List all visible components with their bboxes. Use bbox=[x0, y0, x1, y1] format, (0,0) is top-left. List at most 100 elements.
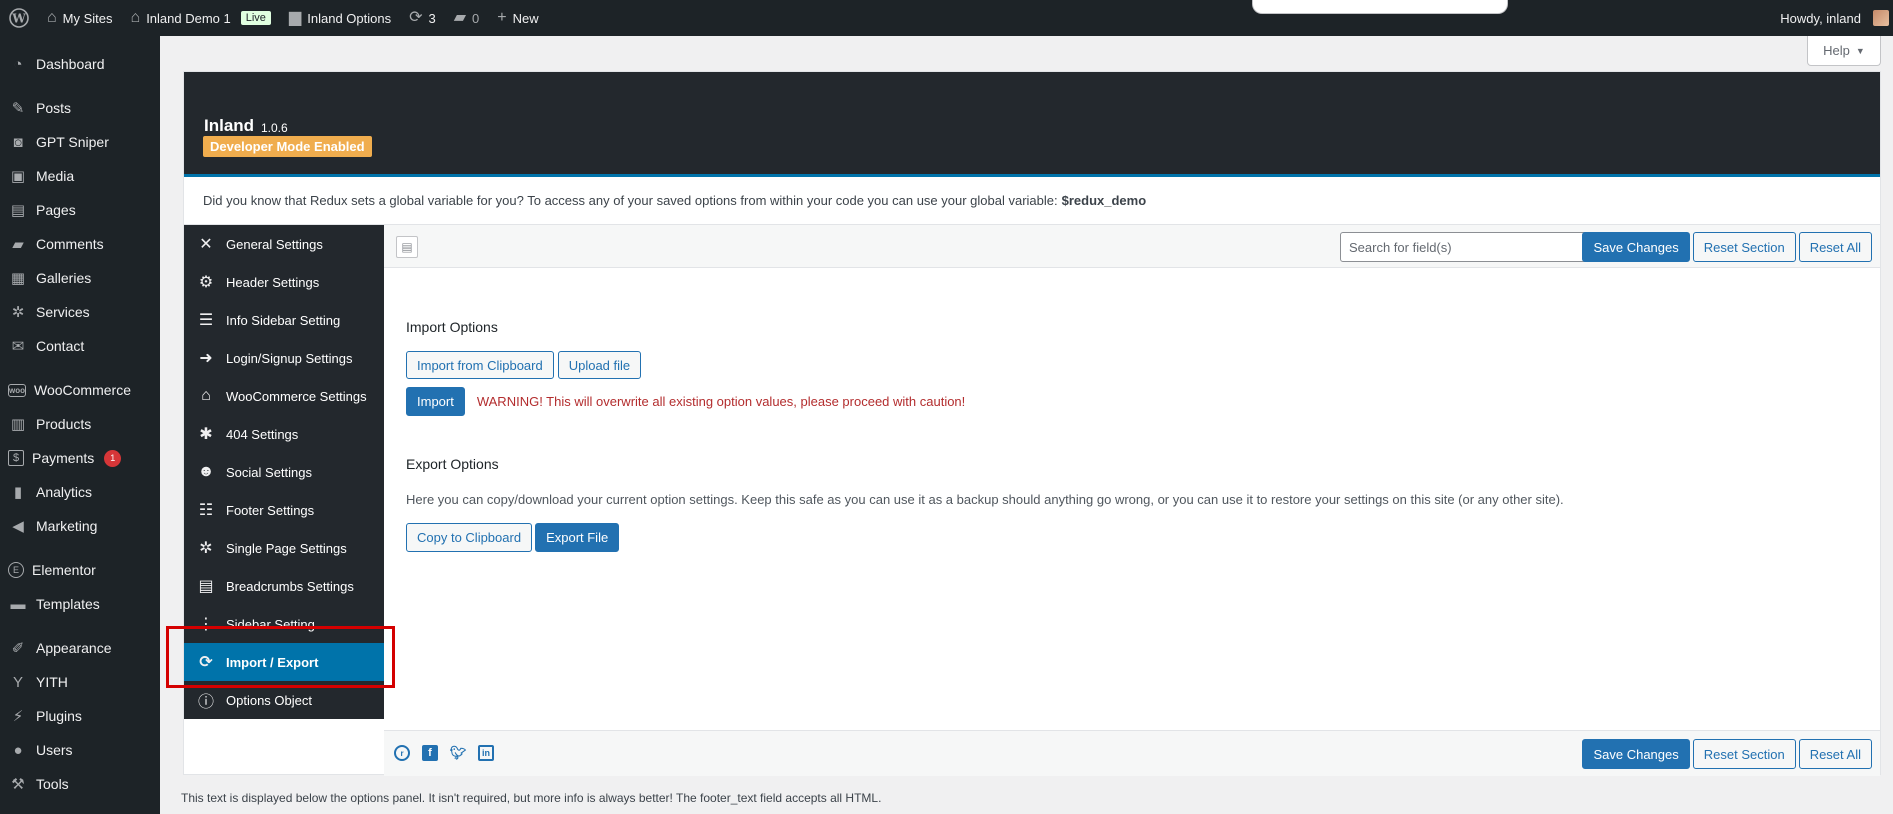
menu-item-appearance[interactable]: ✐ Appearance bbox=[0, 631, 160, 665]
import-section: Import Options bbox=[406, 319, 498, 335]
reset-section-button-bottom[interactable]: Reset Section bbox=[1692, 739, 1796, 769]
redux-section-nav: ✕ General Settings ⚙ Header Settings ☰ Info… bbox=[184, 225, 384, 719]
pages-icon: ▤ bbox=[10, 202, 26, 219]
comments-link[interactable]: ▰ 0 bbox=[445, 0, 489, 36]
save-changes-button[interactable]: Save Changes bbox=[1582, 232, 1690, 262]
menu-item-templates[interactable]: ▬ Templates bbox=[0, 587, 160, 621]
nav-options-object[interactable]: ⓘ Options Object bbox=[184, 681, 384, 719]
menu-label: WooCommerce bbox=[34, 382, 131, 398]
nav-label: 404 Settings bbox=[226, 426, 299, 442]
menu-item-comments[interactable]: ▰ Comments bbox=[0, 227, 160, 261]
import-action-row: Import WARNING! This will overwrite all … bbox=[406, 387, 965, 416]
nav-login-signup-settings[interactable]: ➜ Login/Signup Settings bbox=[184, 339, 384, 377]
my-account-menu[interactable]: Howdy, inland bbox=[1771, 0, 1893, 36]
menu-item-gpt-sniper[interactable]: ◙ GPT Sniper bbox=[0, 125, 160, 159]
menu-label: GPT Sniper bbox=[36, 134, 109, 150]
nav-label: Sidebar Setting bbox=[226, 616, 315, 632]
menu-item-posts[interactable]: ✎ Posts bbox=[0, 91, 160, 125]
menu-item-yith[interactable]: Y YITH bbox=[0, 665, 160, 699]
brush-icon: ✐ bbox=[11, 640, 25, 657]
nav-header-settings[interactable]: ⚙ Header Settings bbox=[184, 263, 384, 301]
menu-item-payments[interactable]: $ Payments 1 bbox=[0, 441, 160, 475]
menu-label: Products bbox=[36, 416, 92, 432]
menu-item-analytics[interactable]: ▮ Analytics bbox=[0, 475, 160, 509]
copy-to-clipboard-button[interactable]: Copy to Clipboard bbox=[406, 523, 533, 552]
megaphone-icon: ◀ bbox=[12, 518, 24, 535]
nav-footer-settings[interactable]: ☷ Footer Settings bbox=[184, 491, 384, 529]
user-icon: ● bbox=[13, 741, 23, 759]
upload-file-button[interactable]: Upload file bbox=[557, 351, 642, 379]
nav-general-settings[interactable]: ✕ General Settings bbox=[184, 225, 384, 263]
save-changes-button-bottom[interactable]: Save Changes bbox=[1582, 739, 1690, 769]
nav-single-page-settings[interactable]: ✲ Single Page Settings bbox=[184, 529, 384, 567]
bar-chart-icon: ▮ bbox=[13, 484, 23, 501]
expand-options-button[interactable]: ▤ bbox=[396, 236, 418, 258]
menu-item-products[interactable]: ▥ Products bbox=[0, 407, 160, 441]
my-sites-menu[interactable]: ⌂ My Sites bbox=[38, 0, 122, 36]
export-section: Export Options bbox=[406, 456, 499, 472]
nav-social-settings[interactable]: ☻ Social Settings bbox=[184, 453, 384, 491]
menu-item-tools[interactable]: ⚒ Tools bbox=[0, 767, 160, 801]
elementor-icon: E bbox=[8, 562, 24, 578]
dev-mode-badge: Developer Mode Enabled bbox=[203, 136, 372, 157]
twitter-icon[interactable]: 🐦︎ bbox=[450, 745, 467, 761]
import-buttons-row: Import from Clipboard Upload file bbox=[406, 351, 642, 379]
new-content-menu[interactable]: + New bbox=[488, 0, 547, 36]
site-name-menu[interactable]: ⌂ Inland Demo 1 Live bbox=[122, 0, 280, 36]
wordpress-logo-icon: W bbox=[9, 8, 29, 28]
wordpress-logo-menu[interactable]: W bbox=[0, 0, 38, 36]
export-file-button[interactable]: Export File bbox=[535, 523, 620, 552]
redux-icon[interactable]: r bbox=[394, 745, 410, 761]
search-fields-input[interactable] bbox=[1340, 232, 1590, 262]
tools-icon: ✕ bbox=[199, 236, 213, 253]
comment-icon: ▰ bbox=[12, 236, 24, 253]
import-from-clipboard-button[interactable]: Import from Clipboard bbox=[406, 351, 554, 379]
menu-label: Posts bbox=[36, 100, 72, 116]
nav-label: Options Object bbox=[226, 692, 312, 708]
sign-in-icon: ➜ bbox=[199, 350, 213, 367]
sliders-icon: ☷ bbox=[198, 502, 214, 519]
menu-label: Dashboard bbox=[36, 56, 105, 72]
import-button[interactable]: Import bbox=[406, 387, 465, 416]
updates-icon: ⟳ bbox=[409, 9, 423, 26]
nav-import-export[interactable]: ⟳ Import / Export bbox=[184, 643, 384, 681]
nav-sidebar-setting[interactable]: ⋮ Sidebar Setting bbox=[184, 605, 384, 643]
menu-item-plugins[interactable]: ⚡ Plugins bbox=[0, 699, 160, 733]
menu-item-galleries[interactable]: ▦ Galleries bbox=[0, 261, 160, 295]
menu-item-woocommerce[interactable]: woo WooCommerce bbox=[0, 373, 160, 407]
menu-item-pages[interactable]: ▤ Pages bbox=[0, 193, 160, 227]
updates-link[interactable]: ⟳ 3 bbox=[400, 0, 445, 36]
help-label: Help bbox=[1823, 43, 1850, 58]
menu-item-dashboard[interactable]: ◔ Dashboard bbox=[0, 47, 160, 81]
updates-count: 3 bbox=[428, 10, 436, 26]
reset-all-button[interactable]: Reset All bbox=[1798, 232, 1872, 262]
linkedin-icon[interactable]: in bbox=[478, 745, 494, 761]
nav-woocommerce-settings[interactable]: ⌂ WooCommerce Settings bbox=[184, 377, 384, 415]
nav-404-settings[interactable]: ✱ 404 Settings bbox=[184, 415, 384, 453]
menu-item-users[interactable]: ● Users bbox=[0, 733, 160, 767]
menu-label: Tools bbox=[36, 776, 69, 792]
redux-body: ✕ General Settings ⚙ Header Settings ☰ Info… bbox=[184, 225, 1880, 776]
import-warning: WARNING! This will overwrite all existin… bbox=[476, 394, 966, 409]
info-icon: ⓘ bbox=[197, 694, 214, 711]
help-tab-button[interactable]: Help ▼ bbox=[1807, 36, 1881, 66]
reset-all-button-bottom[interactable]: Reset All bbox=[1798, 739, 1872, 769]
menu-item-contact[interactable]: ✉ Contact bbox=[0, 329, 160, 363]
menu-label: Appearance bbox=[36, 640, 112, 656]
facebook-icon[interactable]: f bbox=[422, 745, 438, 761]
nav-breadcrumbs-settings[interactable]: ▤ Breadcrumbs Settings bbox=[184, 567, 384, 605]
inland-options-link[interactable]: ▆ Inland Options bbox=[280, 0, 400, 36]
users-icon: ☻ bbox=[197, 463, 215, 480]
global-variable-name: $redux_demo bbox=[1061, 193, 1147, 208]
menu-item-media[interactable]: ▣ Media bbox=[0, 159, 160, 193]
redux-header: Inland 1.0.6 Developer Mode Enabled bbox=[184, 72, 1880, 177]
menu-item-services[interactable]: ✲ Services bbox=[0, 295, 160, 329]
reset-section-button[interactable]: Reset Section bbox=[1692, 232, 1796, 262]
nav-label: Header Settings bbox=[226, 274, 320, 290]
menu-item-marketing[interactable]: ◀ Marketing bbox=[0, 509, 160, 543]
nav-info-sidebar-setting[interactable]: ☰ Info Sidebar Setting bbox=[184, 301, 384, 339]
notice-text: Did you know that Redux sets a global va… bbox=[203, 193, 1058, 208]
menu-label: Contact bbox=[36, 338, 85, 354]
menu-item-elementor[interactable]: E Elementor bbox=[0, 553, 160, 587]
export-buttons-row: Copy to Clipboard Export File bbox=[406, 523, 620, 552]
